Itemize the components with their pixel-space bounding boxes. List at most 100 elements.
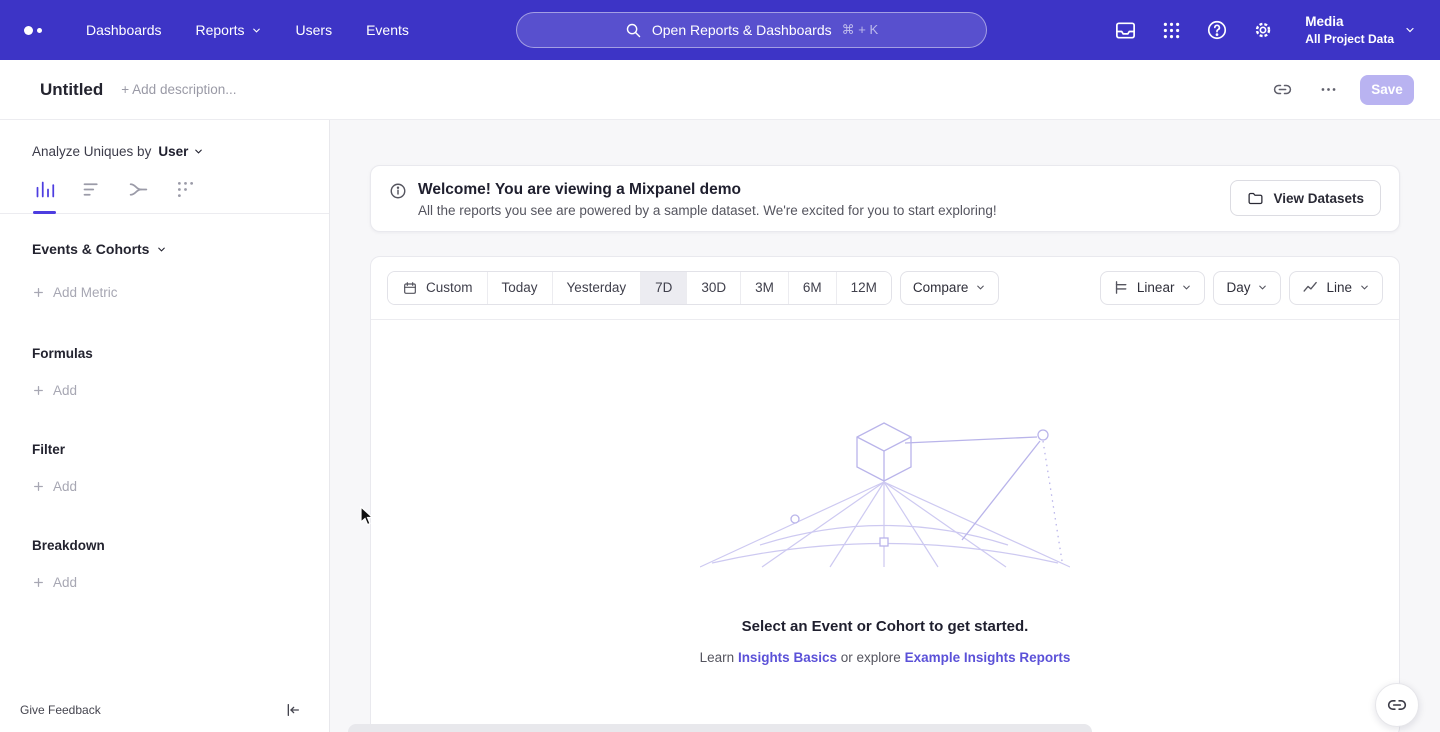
help-icon[interactable] [1205,18,1229,42]
add-filter-button[interactable]: Add [32,479,329,494]
banner-title: Welcome! You are viewing a Mixpanel demo [418,179,997,201]
insights-basics-link[interactable]: Insights Basics [738,650,837,665]
analyze-by-value: User [158,144,188,159]
save-button[interactable]: Save [1360,75,1414,105]
events-cohorts-header[interactable]: Events & Cohorts [32,241,329,257]
chart-type-dropdown[interactable]: Line [1289,271,1383,305]
range-3m-label: 3M [755,280,774,295]
breakdown-header: Breakdown [32,538,329,553]
copy-link-icon[interactable] [1268,76,1296,104]
range-6m-label: 6M [803,280,822,295]
add-breakdown-label: Add [53,575,77,590]
plus-icon [32,384,45,397]
date-range-segment: Custom Today Yesterday 7D 30D 3M 6M 12M [387,271,892,305]
add-metric-button[interactable]: Add Metric [32,285,329,300]
global-search[interactable]: Open Reports & Dashboards ⌘ + K [516,12,987,48]
info-icon [389,182,407,200]
scale-dropdown[interactable]: Linear [1100,271,1206,305]
range-12m[interactable]: 12M [837,272,891,304]
subtitle-middle: or explore [841,650,901,665]
search-shortcut: ⌘ + K [842,22,879,38]
nav-reports-label: Reports [196,22,245,38]
linear-scale-icon [1113,279,1130,296]
range-3m[interactable]: 3M [741,272,789,304]
range-30d-label: 30D [701,280,726,295]
apps-grid-icon[interactable] [1159,18,1183,42]
formulas-header: Formulas [32,346,329,361]
tab-bar-chart-icon[interactable] [81,179,102,213]
range-yesterday[interactable]: Yesterday [553,272,642,304]
inbox-icon[interactable] [1113,18,1137,42]
nav-dashboards-label: Dashboards [86,22,162,38]
chart-toolbar: Custom Today Yesterday 7D 30D 3M 6M 12M … [371,257,1399,320]
empty-state-subtitle: Learn Insights Basics or explore Example… [371,650,1399,665]
chevron-down-icon [251,25,262,36]
add-formula-button[interactable]: Add [32,383,329,398]
analyze-by-dropdown[interactable]: User [158,144,204,159]
report-header: Untitled + Add description... Save [0,60,1440,120]
plus-icon [32,576,45,589]
empty-state-illustration [700,420,1070,570]
range-custom[interactable]: Custom [388,272,488,304]
breakdown-label: Breakdown [32,538,105,553]
chevron-down-icon [1181,282,1192,293]
compare-label: Compare [913,280,969,295]
logo-dot-big [24,26,33,35]
range-6m[interactable]: 6M [789,272,837,304]
interval-dropdown[interactable]: Day [1213,271,1281,305]
primary-nav: Dashboards Reports Users Events [86,22,409,38]
nav-users[interactable]: Users [296,22,333,38]
example-reports-link[interactable]: Example Insights Reports [905,650,1071,665]
link-icon [1387,695,1407,715]
range-30d[interactable]: 30D [687,272,741,304]
compare-dropdown[interactable]: Compare [900,271,1000,305]
chevron-down-icon [193,146,204,157]
toolbar-left: Custom Today Yesterday 7D 30D 3M 6M 12M … [387,271,999,305]
banner-body: All the reports you see are powered by a… [418,203,997,218]
formulas-label: Formulas [32,346,93,361]
tab-retention-icon[interactable] [175,179,196,213]
report-description-placeholder[interactable]: + Add description... [121,82,236,97]
top-nav: Dashboards Reports Users Events Open Rep… [0,0,1440,60]
collapse-sidebar-icon[interactable] [283,700,303,720]
chart-type-label: Line [1326,280,1352,295]
settings-gear-icon[interactable] [1251,18,1275,42]
formulas-section: Formulas Add [0,346,329,398]
nav-events-label: Events [366,22,409,38]
tab-insights-icon[interactable] [34,179,55,213]
range-today[interactable]: Today [488,272,553,304]
range-today-label: Today [502,280,538,295]
share-link-floating-button[interactable] [1375,683,1419,727]
banner-text: Welcome! You are viewing a Mixpanel demo… [418,179,997,218]
range-7d[interactable]: 7D [641,272,687,304]
logo-dot-small [37,28,42,33]
toolbar-right: Linear Day Line [1100,271,1383,305]
empty-state: Select an Event or Cohort to get started… [371,320,1399,665]
report-title[interactable]: Untitled [40,80,103,100]
filter-header: Filter [32,442,329,457]
analyze-label: Analyze Uniques by [32,144,151,159]
chevron-down-icon [1359,282,1370,293]
report-main: Welcome! You are viewing a Mixpanel demo… [330,120,1440,732]
mixpanel-logo-icon[interactable] [24,26,52,35]
nav-users-label: Users [296,22,333,38]
query-builder-sidebar: Analyze Uniques by User Events & Cohorts… [0,120,330,732]
sidebar-footer: Give Feedback [0,688,329,732]
nav-events[interactable]: Events [366,22,409,38]
chevron-down-icon [1257,282,1268,293]
add-breakdown-button[interactable]: Add [32,575,329,590]
chevron-down-icon [156,244,167,255]
chevron-down-icon [1404,24,1416,36]
give-feedback-link[interactable]: Give Feedback [20,703,101,717]
view-datasets-button[interactable]: View Datasets [1230,180,1381,216]
nav-reports[interactable]: Reports [196,22,262,38]
scale-label: Linear [1137,280,1175,295]
filter-section: Filter Add [0,442,329,494]
more-options-icon[interactable] [1314,76,1342,104]
nav-dashboards[interactable]: Dashboards [86,22,162,38]
project-selector[interactable]: Media All Project Data [1305,13,1416,47]
tab-flows-icon[interactable] [128,179,149,213]
range-yesterday-label: Yesterday [567,280,627,295]
view-datasets-label: View Datasets [1273,191,1364,206]
add-formula-label: Add [53,383,77,398]
